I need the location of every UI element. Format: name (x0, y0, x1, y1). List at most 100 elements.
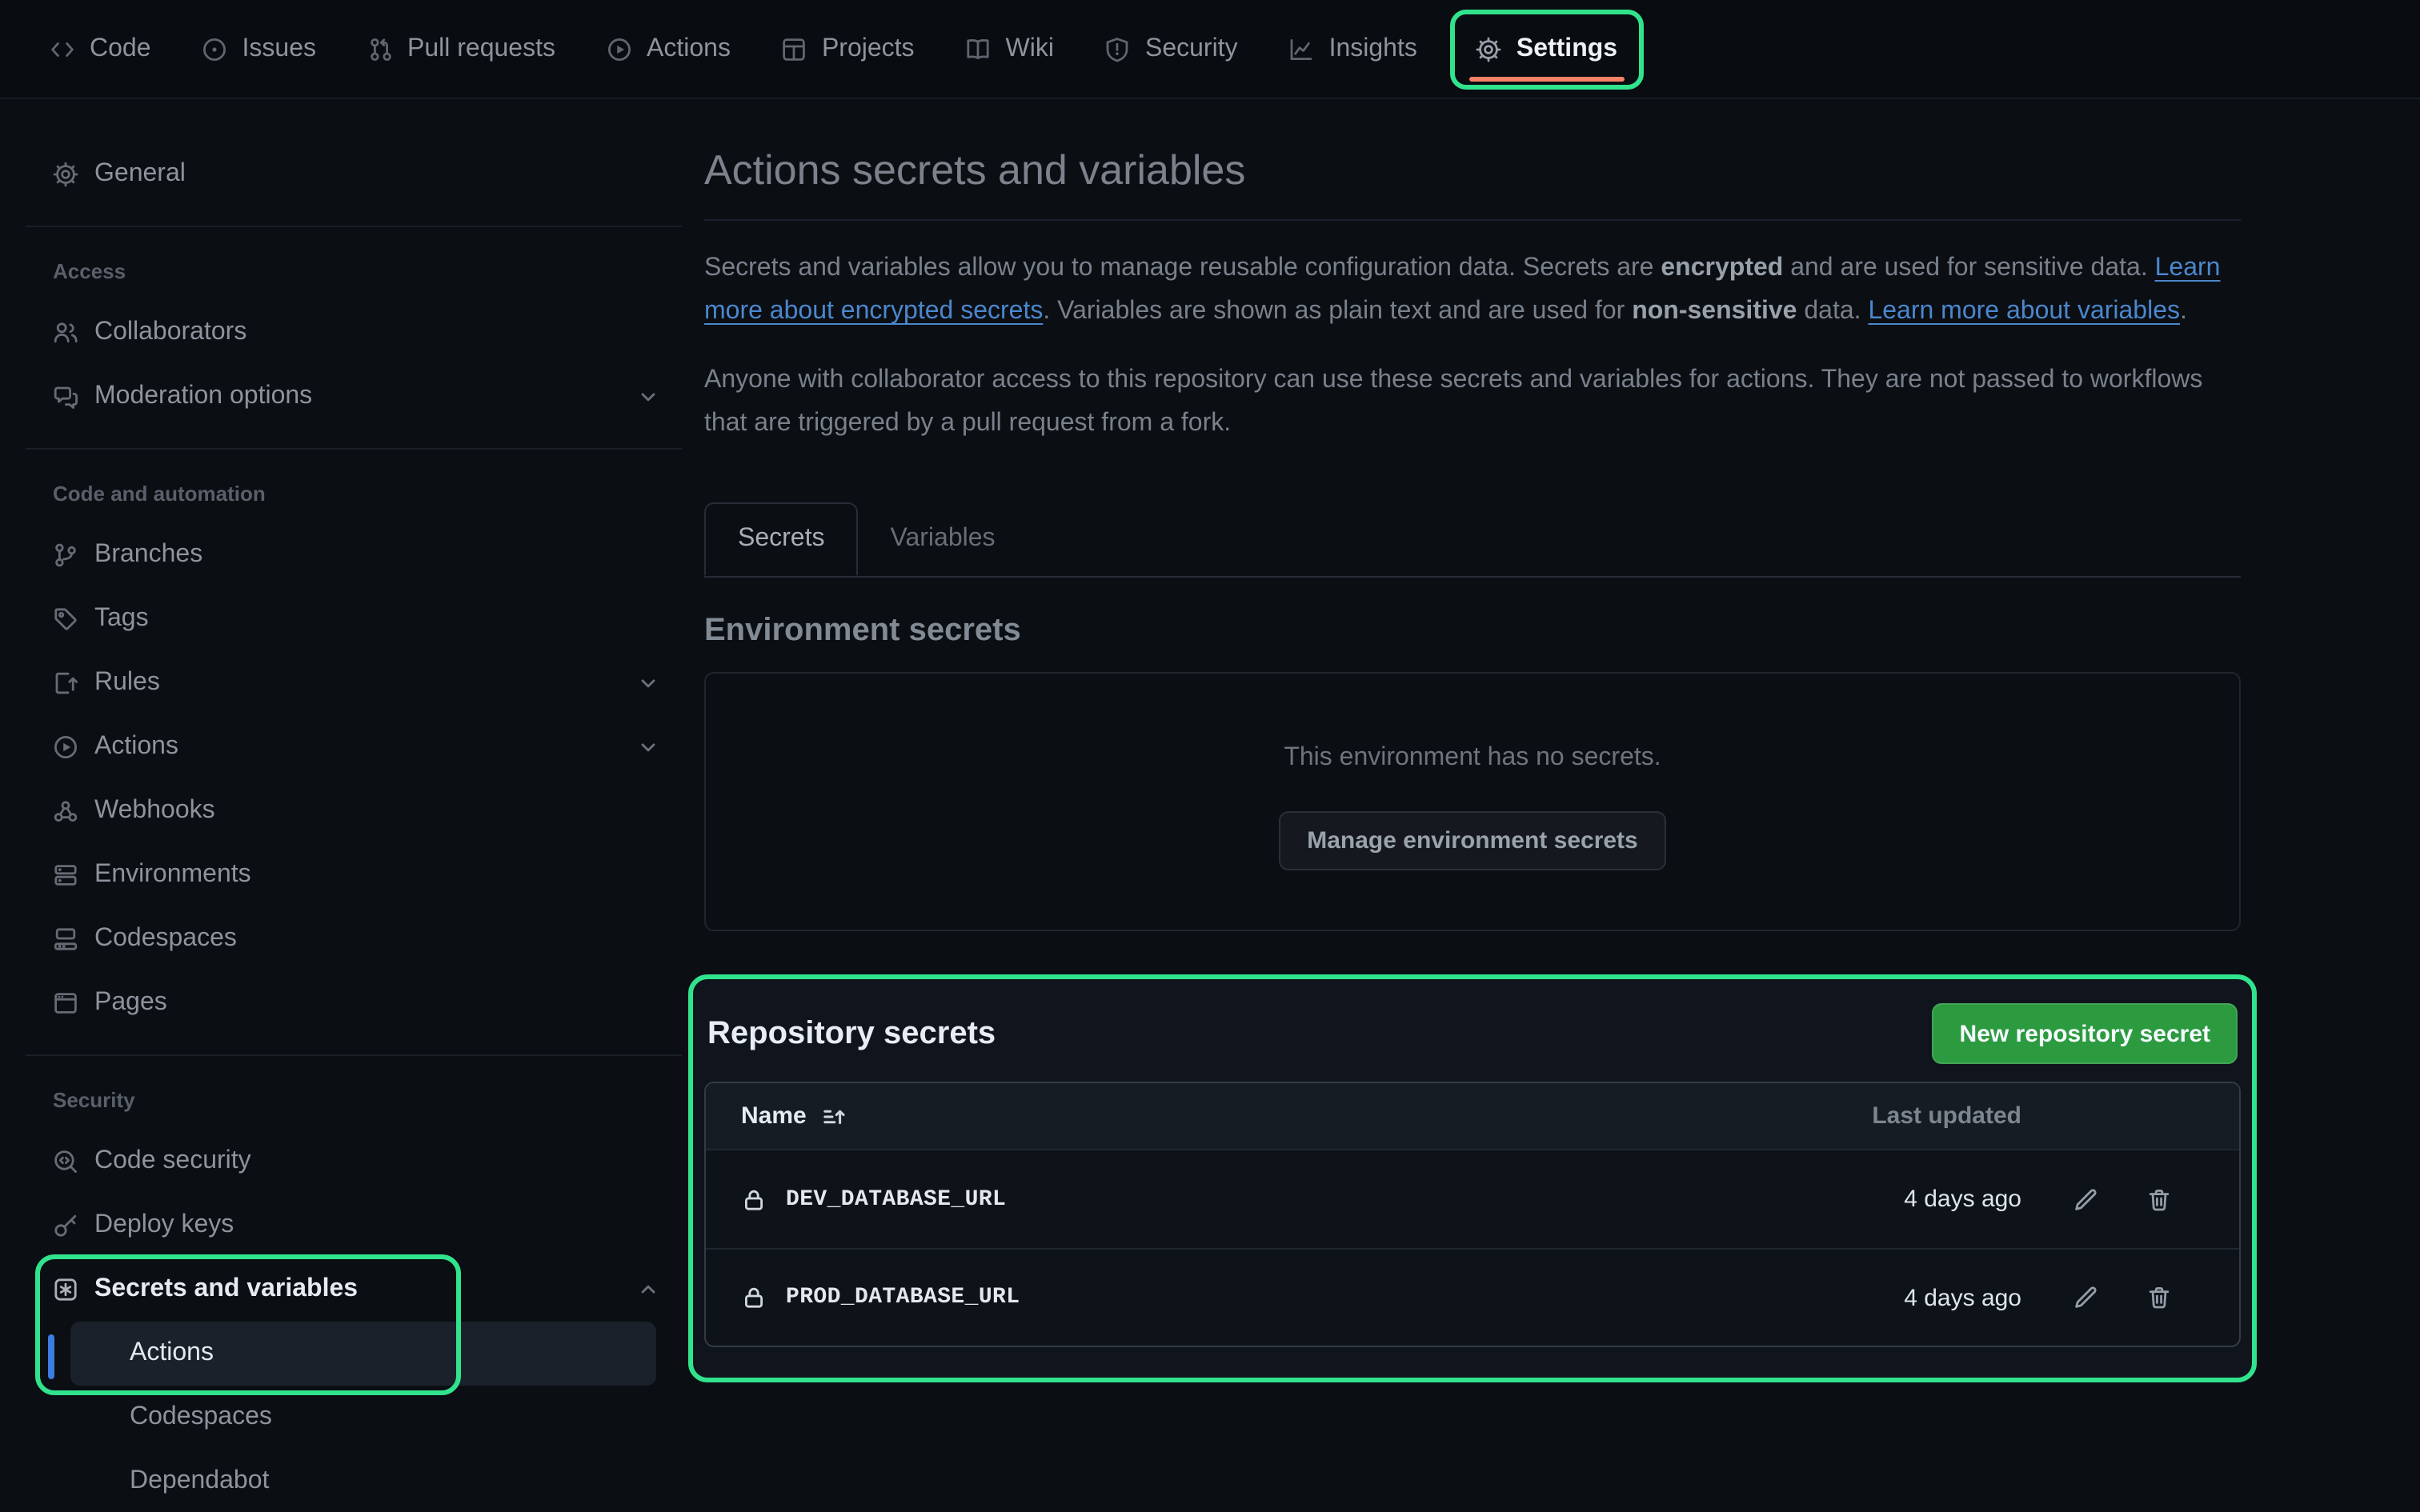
sidebar-item-tags[interactable]: Tags (26, 587, 682, 651)
sidebar-section-security: Security (26, 1075, 682, 1123)
sidebar-item-secrets-and-variables[interactable]: Secrets and variables (26, 1258, 682, 1322)
intro-paragraph-2: Anyone with collaborator access to this … (704, 358, 2241, 445)
sidebar-item-deploy-keys[interactable]: Deploy keys (26, 1194, 682, 1258)
divider (26, 1054, 682, 1056)
nav-tab-insights[interactable]: Insights (1268, 10, 1438, 87)
repo-settings-page: Code Issues Pull requests Actions (0, 0, 2420, 1512)
trash-icon (2146, 1186, 2172, 1212)
sidebar-item-webhooks[interactable]: Webhooks (26, 779, 682, 843)
manage-environment-secrets-button[interactable]: Manage environment secrets (1278, 811, 1667, 870)
sidebar-item-label: Environments (94, 861, 251, 890)
intro-text: and are used for sensitive data. (1783, 254, 2154, 282)
git-branch-icon (53, 542, 78, 568)
gear-icon (53, 162, 78, 187)
nav-tab-security[interactable]: Security (1084, 10, 1259, 87)
nav-tab-settings[interactable]: Settings (1456, 14, 1638, 84)
tab-secrets[interactable]: Secrets (704, 502, 859, 576)
lock-icon (741, 1186, 767, 1212)
chevron-down-icon (637, 736, 659, 758)
content: General Access Collaborators Moderation … (0, 99, 2420, 1512)
new-repository-secret-button[interactable]: New repository secret (1933, 1003, 2238, 1064)
delete-secret-button[interactable] (2146, 1186, 2172, 1212)
lock-icon (741, 1285, 767, 1310)
sidebar-item-pages[interactable]: Pages (26, 971, 682, 1035)
secret-name: DEV_DATABASE_URL (786, 1186, 1006, 1212)
sidebar-item-environments[interactable]: Environments (26, 843, 682, 907)
key-icon (53, 1213, 78, 1238)
sidebar-item-code-security[interactable]: Code security (26, 1130, 682, 1194)
chevron-down-icon (637, 672, 659, 694)
annotation-repository-secrets-highlight: Repository secrets New repository secret… (688, 974, 2257, 1382)
nav-tab-label: Insights (1329, 34, 1417, 63)
sidebar-item-general[interactable]: General (26, 142, 682, 206)
page-title: Actions secrets and variables (704, 146, 2241, 221)
secret-last-updated: 4 days ago (1765, 1284, 2021, 1311)
environment-secrets-empty-message: This environment has no secrets. (1284, 744, 1661, 773)
sort-ascending-icon (821, 1103, 847, 1129)
table-header-row: Name Last updated (706, 1083, 2239, 1150)
sidebar-item-label: Dependabot (130, 1467, 269, 1496)
tab-variables[interactable]: Variables (859, 502, 1028, 576)
last-updated-column-header: Last updated (1765, 1102, 2021, 1130)
sidebar-item-label: Branches (94, 541, 202, 570)
nav-tab-issues[interactable]: Issues (182, 10, 338, 87)
nav-tab-projects[interactable]: Projects (761, 10, 936, 87)
delete-secret-button[interactable] (2146, 1285, 2172, 1310)
active-tab-indicator (1470, 76, 1624, 81)
nav-tab-actions[interactable]: Actions (586, 10, 751, 87)
graph-icon (1289, 36, 1315, 62)
environment-secrets-box: This environment has no secrets. Manage … (704, 672, 2241, 931)
secret-last-updated: 4 days ago (1765, 1186, 2021, 1213)
sidebar-item-label: Pages (94, 989, 167, 1018)
sidebar-item-actions[interactable]: Actions (26, 715, 682, 779)
nav-tab-label: Code (90, 34, 151, 63)
sidebar-item-codespaces[interactable]: Codespaces (26, 907, 682, 971)
nav-tab-label: Actions (647, 34, 731, 63)
tag-icon (53, 606, 78, 632)
repository-secrets-heading: Repository secrets (707, 1015, 996, 1052)
sidebar-item-label: Codespaces (94, 925, 237, 954)
repo-nav-tabs: Code Issues Pull requests Actions (29, 9, 1643, 89)
sidebar-subitem-actions[interactable]: Actions (70, 1322, 656, 1386)
nav-tab-code[interactable]: Code (29, 10, 172, 87)
sidebar-item-collaborators[interactable]: Collaborators (26, 301, 682, 365)
nav-tab-label: Pull requests (407, 34, 555, 63)
annotation-settings-highlight: Settings (1451, 9, 1643, 89)
git-pull-request-icon (367, 36, 393, 62)
sidebar-item-label: Collaborators (94, 318, 246, 347)
sort-by-name-control[interactable]: Name (741, 1102, 847, 1130)
name-column-header: Name (741, 1102, 807, 1130)
intro-text: Secrets and variables allow you to manag… (704, 254, 1661, 282)
issue-opened-icon (202, 36, 228, 62)
edit-secret-button[interactable] (2073, 1186, 2098, 1212)
play-icon (607, 36, 632, 62)
codespaces-icon (53, 926, 78, 952)
sidebar-subitem-dependabot[interactable]: Dependabot (70, 1450, 656, 1512)
sidebar-item-rules[interactable]: Rules (26, 651, 682, 715)
nav-tab-label: Projects (822, 34, 915, 63)
secrets-variables-tabs: Secrets Variables (704, 502, 2241, 578)
nav-tab-label: Issues (242, 34, 317, 63)
intro-text: . (2180, 298, 2187, 325)
book-icon (966, 36, 992, 62)
nav-tab-wiki[interactable]: Wiki (945, 10, 1075, 87)
sidebar-item-label: Secrets and variables (94, 1275, 358, 1304)
repository-secrets-table: Name Last updated (704, 1082, 2241, 1347)
pencil-icon (2073, 1285, 2098, 1310)
project-icon (782, 36, 807, 62)
sidebar-item-label: Rules (94, 669, 160, 698)
edit-secret-button[interactable] (2073, 1285, 2098, 1310)
secret-name: PROD_DATABASE_URL (786, 1285, 1020, 1310)
nav-tab-label: Security (1145, 34, 1238, 63)
sidebar-subitem-codespaces[interactable]: Codespaces (70, 1386, 656, 1450)
nav-tab-pull-requests[interactable]: Pull requests (347, 10, 576, 87)
shield-icon (1105, 36, 1131, 62)
main-panel: Actions secrets and variables Secrets an… (704, 99, 2420, 1512)
sidebar-item-label: General (94, 160, 186, 189)
nav-tab-label: Settings (1517, 34, 1617, 63)
sidebar-item-moderation-options[interactable]: Moderation options (26, 365, 682, 429)
repository-secrets-header: Repository secrets New repository secret (704, 1002, 2241, 1066)
play-icon (53, 734, 78, 760)
sidebar-item-branches[interactable]: Branches (26, 523, 682, 587)
link-learn-variables[interactable]: Learn more about variables (1868, 298, 2180, 325)
